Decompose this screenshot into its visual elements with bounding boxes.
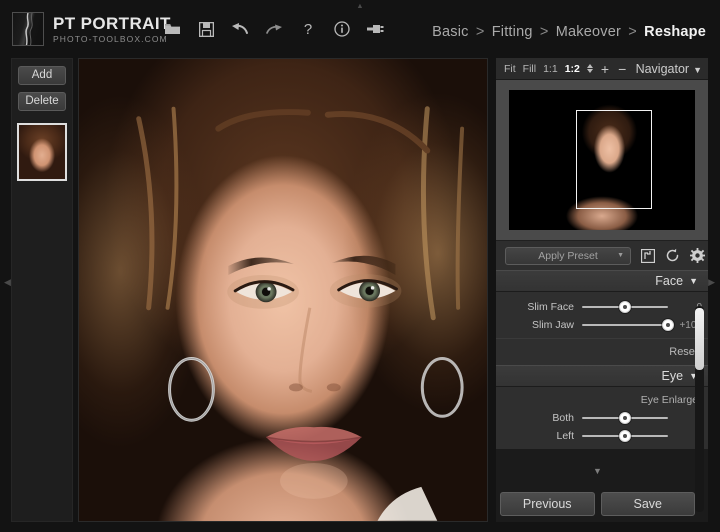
breadcrumb-separator-2: > <box>540 24 549 40</box>
zoom-option-1-1[interactable]: 1:1 <box>543 63 558 75</box>
thumbnail-strip <box>17 123 67 181</box>
panel-scrollbar-track[interactable] <box>695 306 704 512</box>
logo-text-block: PT PORTRAIT PHOTO-TOOLBOX.COM <box>53 14 171 45</box>
slider-track-slim-face[interactable] <box>582 301 668 313</box>
slider-knob-left[interactable] <box>619 430 631 442</box>
slider-row-both: Both 0 <box>496 409 708 427</box>
portrait-photo-features <box>79 59 487 521</box>
previous-button[interactable]: Previous <box>500 492 595 516</box>
thumbnail-image <box>19 125 65 179</box>
slider-label-left: Left <box>496 430 582 442</box>
info-icon[interactable] <box>333 20 351 38</box>
chevron-down-icon: ▼ <box>689 276 698 286</box>
reset-circle-icon[interactable] <box>665 248 680 263</box>
section-title-face: Face <box>655 274 683 288</box>
chevron-down-icon: ▼ <box>693 65 702 75</box>
slider-label-slim-jaw: Slim Jaw <box>496 319 582 331</box>
navigator-panel <box>496 80 708 240</box>
slider-knob-both[interactable] <box>619 412 631 424</box>
zoom-option-fit[interactable]: Fit <box>504 63 516 75</box>
updown-spinner-icon[interactable] <box>587 64 593 73</box>
apply-preset-label: Apply Preset <box>538 250 598 262</box>
breadcrumb-separator-3: > <box>628 24 637 40</box>
face-thumbnail-1[interactable] <box>17 123 67 181</box>
breadcrumb-item-basic[interactable]: Basic <box>432 24 468 40</box>
navigator-view-rectangle[interactable] <box>576 110 652 209</box>
slider-row-slim-jaw: Slim Jaw +100 <box>496 316 708 334</box>
breadcrumb-separator-1: > <box>476 24 485 40</box>
slider-knob-slim-jaw[interactable] <box>662 319 674 331</box>
section-header-eye[interactable]: Eye ▼ <box>496 365 708 387</box>
sub-label-eye-enlarge: Eye Enlarge <box>496 393 708 409</box>
svg-text:?: ? <box>304 21 312 37</box>
section-body-eye: Eye Enlarge Both 0 Left 0 <box>496 387 708 449</box>
plugin-icon[interactable] <box>367 20 385 38</box>
slider-track-left[interactable] <box>582 430 668 442</box>
zoom-toolbar: Fit Fill 1:1 1:2 + − Navigator▼ <box>496 58 708 80</box>
save-preset-icon[interactable] <box>641 249 655 263</box>
app-title: PT PORTRAIT <box>53 14 171 33</box>
left-panel-collapse-handle[interactable]: ◀ <box>4 278 11 287</box>
slider-track-slim-jaw[interactable] <box>582 319 668 331</box>
app-header: PT PORTRAIT PHOTO-TOOLBOX.COM ? <box>0 8 720 56</box>
section-title-eye: Eye <box>662 369 684 383</box>
save-button[interactable]: Save <box>601 492 696 516</box>
delete-button[interactable]: Delete <box>18 92 66 111</box>
slider-track-both[interactable] <box>582 412 668 424</box>
help-icon[interactable]: ? <box>299 20 317 38</box>
navigator-label: Navigator <box>636 62 690 76</box>
navigator-preview[interactable] <box>509 90 695 230</box>
save-icon[interactable] <box>197 20 215 38</box>
breadcrumb-item-makeover[interactable]: Makeover <box>556 24 621 40</box>
navigator-toggle[interactable]: Navigator▼ <box>636 62 702 76</box>
chevron-down-icon: ▼ <box>617 252 624 259</box>
preset-toolbar: Apply Preset ▼ <box>496 240 708 270</box>
undo-icon[interactable] <box>231 20 249 38</box>
breadcrumb-item-reshape[interactable]: Reshape <box>644 24 706 40</box>
zoom-out-button[interactable]: − <box>618 63 626 75</box>
section-body-face: Slim Face 0 Slim Jaw +100 <box>496 292 708 338</box>
left-sidebar: Add Delete <box>11 58 73 522</box>
slider-bar <box>582 324 668 326</box>
add-button[interactable]: Add <box>18 66 66 85</box>
redo-icon[interactable] <box>265 20 283 38</box>
right-panel-collapse-handle[interactable]: ▶ <box>708 278 715 287</box>
panel-scrollbar-thumb[interactable] <box>695 308 704 370</box>
application-window: ▲ ▲ ◀ ▶ PT PORTRAIT PHOTO-TOOLBOX.COM <box>0 0 720 532</box>
breadcrumb: Basic > Fitting > Makeover > Reshape <box>432 24 706 40</box>
panel-collapse-handle[interactable]: ▼ <box>496 466 699 476</box>
reset-row-face: Reset <box>496 338 708 365</box>
settings-gear-icon[interactable] <box>690 248 705 263</box>
open-folder-icon[interactable] <box>163 20 181 38</box>
portrait-silhouette-logo-icon <box>12 12 44 46</box>
image-canvas[interactable] <box>78 58 488 522</box>
breadcrumb-item-fitting[interactable]: Fitting <box>492 24 533 40</box>
app-subtitle: PHOTO-TOOLBOX.COM <box>53 33 171 45</box>
main-toolbar: ? <box>163 20 385 38</box>
slider-row-left: Left 0 <box>496 427 708 445</box>
app-logo: PT PORTRAIT PHOTO-TOOLBOX.COM <box>12 12 171 46</box>
apply-preset-dropdown[interactable]: Apply Preset ▼ <box>505 247 631 265</box>
zoom-option-1-2[interactable]: 1:2 <box>565 63 580 75</box>
zoom-in-button[interactable]: + <box>601 63 609 75</box>
slider-label-slim-face: Slim Face <box>496 301 582 313</box>
slider-knob-slim-face[interactable] <box>619 301 631 313</box>
section-header-face[interactable]: Face ▼ <box>496 270 708 292</box>
reset-link-face[interactable]: Reset <box>669 346 698 358</box>
zoom-option-fill[interactable]: Fill <box>523 63 536 75</box>
slider-row-slim-face: Slim Face 0 <box>496 298 708 316</box>
panel-footer: Previous Save <box>496 492 699 516</box>
slider-label-both: Both <box>496 412 582 424</box>
right-panel: Fit Fill 1:1 1:2 + − Navigator▼ Apply Pr… <box>496 58 708 522</box>
